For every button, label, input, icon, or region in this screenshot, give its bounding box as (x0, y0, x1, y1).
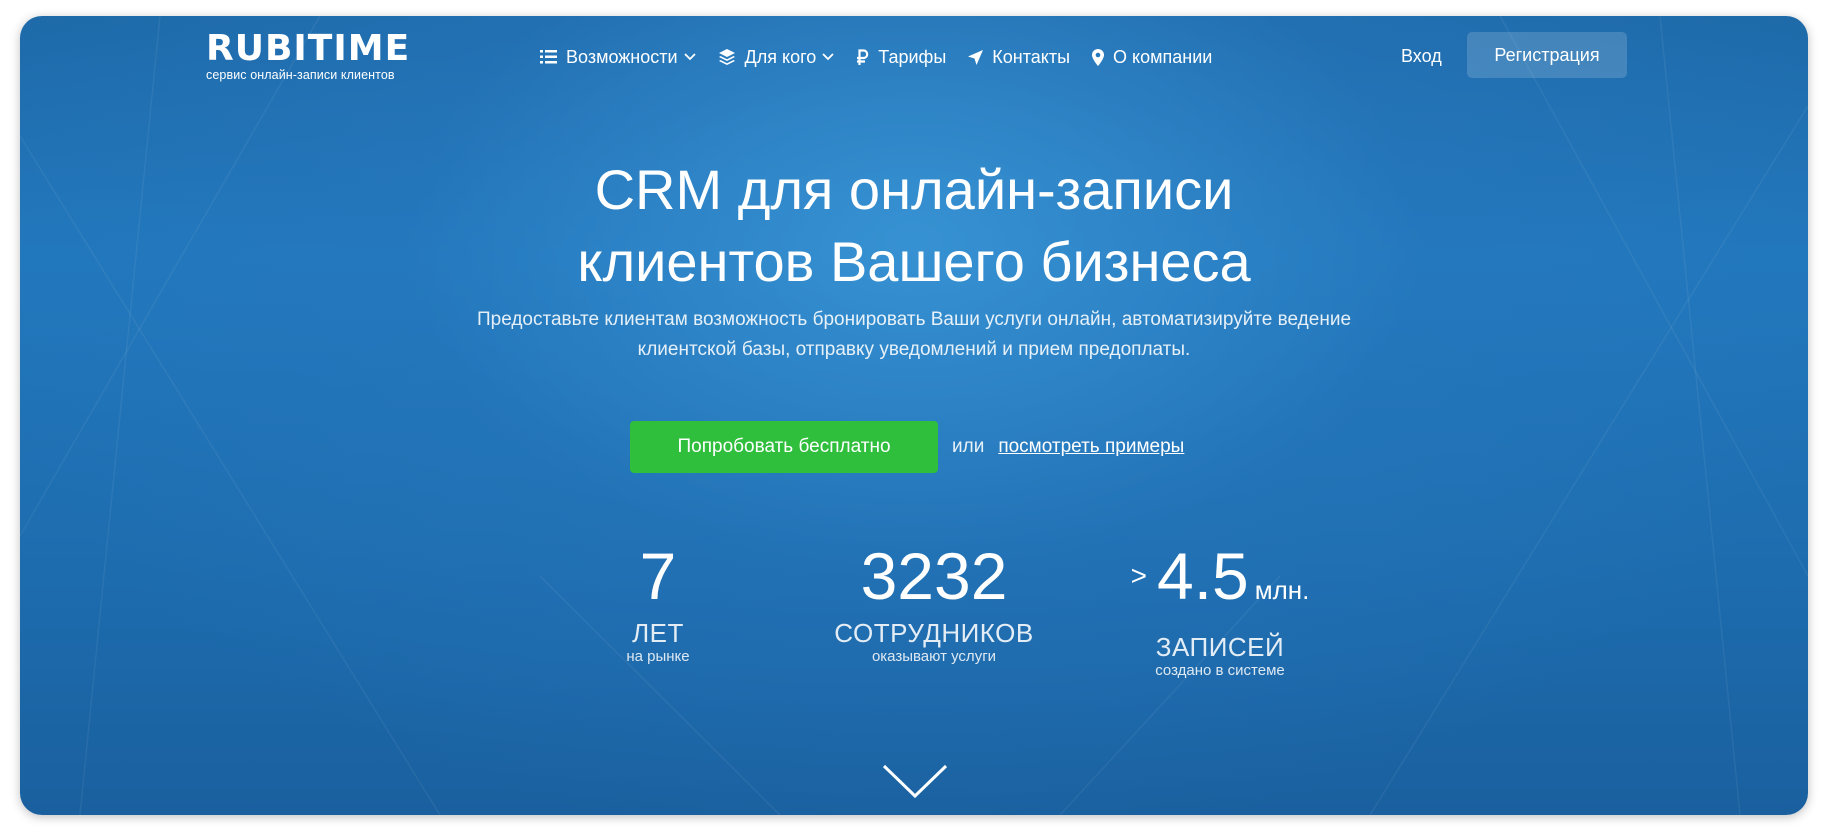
stat-years: 7 ЛЕТ на рынке (578, 538, 738, 666)
hero-subtitle-line: Предоставьте клиентам возможность бронир… (476, 309, 1352, 330)
stat-label: ЗАПИСЕЙ (1155, 632, 1285, 662)
logo[interactable]: RUBITIME сервис онлайн-записи клиентов (206, 28, 411, 83)
nav-item-contacts[interactable]: Контакты (968, 47, 1070, 68)
nav-item-label: Возможности (566, 46, 678, 67)
background-decoration (20, 16, 1808, 815)
register-button[interactable]: Регистрация (1467, 32, 1627, 78)
nav-item-label: Для кого (744, 46, 817, 67)
stat-records: >4.5 млн. ЗАПИСЕЙ создано в системе (1095, 538, 1345, 680)
nav-item-label: Контакты (992, 46, 1071, 67)
stat-value: 4.5 (1156, 539, 1249, 613)
nav-item-features[interactable]: Возможности (540, 47, 696, 68)
hero-title: CRM для онлайн-записи клиентов Вашего би… (20, 154, 1808, 298)
stat-label: СОТРУДНИКОВ (834, 618, 1034, 648)
hero-title-line: клиентов Вашего бизнеса (577, 230, 1251, 293)
or-text: или (952, 436, 985, 457)
stat-caption: создано в системе (1155, 662, 1285, 679)
stat-number: 3232 (860, 539, 1008, 613)
view-examples-link[interactable]: посмотреть примеры (998, 436, 1184, 458)
hero-section: RUBITIME сервис онлайн-записи клиентов В… (20, 16, 1808, 815)
layers-icon (718, 49, 735, 65)
stat-employees: 3232 СОТРУДНИКОВ оказывают услуги (820, 538, 1048, 666)
nav-item-about[interactable]: О компании (1092, 47, 1212, 68)
hero-subtitle: Предоставьте клиентам возможность бронир… (400, 305, 1428, 365)
stat-caption: оказывают услуги (871, 648, 997, 665)
stat-number: >4.5 млн. (1095, 538, 1345, 628)
chevron-down-icon (683, 53, 696, 61)
stat-suffix: млн. (1254, 575, 1310, 605)
nav-item-for-whom[interactable]: Для кого (718, 47, 835, 68)
logo-tagline: сервис онлайн-записи клиентов (206, 68, 395, 82)
map-pin-icon (1092, 48, 1105, 66)
nav-item-label: Тарифы (878, 46, 947, 67)
list-icon (540, 50, 557, 64)
stat-label: ЛЕТ (632, 618, 684, 648)
chevron-down-icon (822, 53, 834, 61)
cta-row: Попробовать бесплатно или посмотреть при… (630, 421, 1184, 473)
ruble-icon (857, 48, 869, 65)
hero-title-line: CRM для онлайн-записи (594, 158, 1234, 221)
stat-caption: на рынке (626, 648, 690, 665)
try-free-button[interactable]: Попробовать бесплатно (630, 421, 938, 473)
nav-item-pricing[interactable]: Тарифы (856, 47, 946, 68)
nav-item-label: О компании (1113, 46, 1213, 67)
stat-prefix: > (1130, 560, 1147, 591)
login-link[interactable]: Вход (1401, 46, 1442, 67)
stat-number: 7 (639, 539, 677, 613)
chevron-down-icon[interactable] (882, 764, 948, 800)
logo-wordmark: RUBITIME (206, 28, 411, 69)
hero-subtitle-line: клиентской базы, отправку уведомлений и … (637, 339, 1191, 360)
main-nav: Возможности Для кого Тарифы Контакты О к… (540, 43, 1234, 71)
send-arrow-icon (968, 49, 984, 65)
